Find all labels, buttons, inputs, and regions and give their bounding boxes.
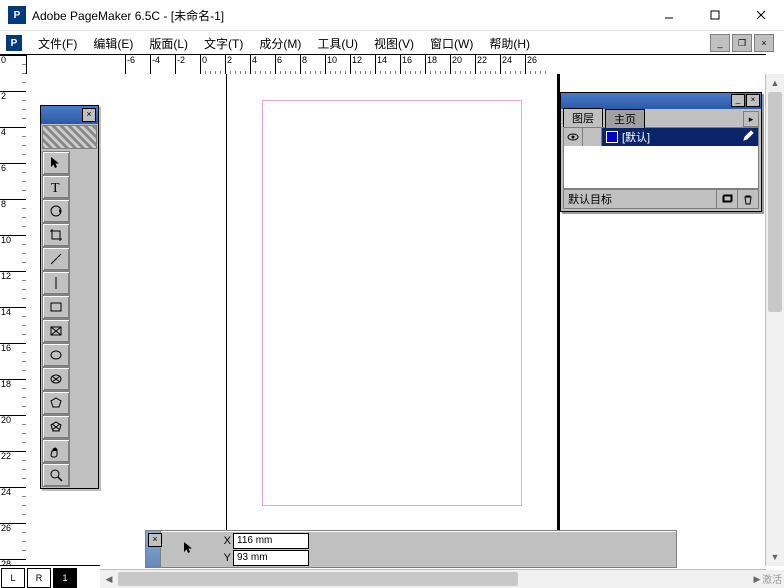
lock-icon[interactable] [583,128,602,146]
menu-element[interactable]: 成分(M) [251,33,309,54]
polygon-tool[interactable] [42,391,70,415]
window-buttons [646,0,784,30]
brand-hint: 激活 [762,571,782,586]
layers-list: [默认] [563,127,759,189]
vertical-ruler[interactable]: 0246810121416182022242628 [0,54,27,566]
hruler-tick: 26 [525,55,538,75]
layers-close-button[interactable]: × [746,94,760,107]
close-button[interactable] [738,0,784,30]
layers-menu-button[interactable]: ▸ [743,111,759,127]
rectangle-tool[interactable] [42,295,70,319]
page-1-tab[interactable]: 1 [53,568,77,588]
window-title: Adobe PageMaker 6.5C - [未命名-1] [32,7,646,24]
pencil-icon [742,130,754,145]
y-value-field[interactable]: 93 mm [233,550,309,566]
layer-row-default[interactable]: [默认] [564,128,758,146]
visibility-icon[interactable] [564,128,583,146]
crop-tool[interactable] [42,223,70,247]
layers-empty-area[interactable] [564,146,758,188]
vscroll-thumb[interactable] [768,92,782,312]
zoom-tool[interactable] [42,463,70,487]
layers-panel[interactable]: _ × 图层 主页 ▸ [默认] 默认目标 [560,92,762,212]
menu-bar: P 文件(F) 编辑(E) 版面(L) 文字(T) 成分(M) 工具(U) 视图… [0,31,784,56]
svg-text:T: T [51,181,60,195]
mdi-minimize-button[interactable]: _ [710,34,730,52]
layers-tabs: 图层 主页 ▸ [561,109,761,127]
layers-titlebar[interactable]: _ × [561,93,761,109]
text-tool[interactable]: T [42,175,70,199]
menu-layout[interactable]: 版面(L) [141,33,196,54]
layer-color-swatch [606,131,618,143]
minimize-button[interactable] [646,0,692,30]
menu-text[interactable]: 文字(T) [196,33,251,54]
tool-grid: T [41,150,98,488]
toolbox-panel[interactable]: × T [40,105,99,489]
control-bar-close-button[interactable]: × [148,533,162,547]
tab-master[interactable]: 主页 [605,109,645,128]
document-icon[interactable]: P [6,35,22,51]
menu-tools[interactable]: 工具(U) [309,33,366,54]
hruler-tick: 24 [500,55,513,75]
layers-footer: 默认目标 [563,189,759,209]
menu-help[interactable]: 帮助(H) [481,33,538,54]
mdi-close-button[interactable]: × [754,34,774,52]
right-master-tab[interactable]: R [27,568,51,588]
hruler-tick: 8 [300,55,308,75]
control-bar[interactable]: × X 116 mm Y 93 mm [145,530,677,568]
horizontal-scrollbar[interactable]: ◀ ▶ [100,569,766,588]
maximize-button[interactable] [692,0,738,30]
polygon-frame-tool[interactable] [42,415,70,439]
x-value-field[interactable]: 116 mm [233,533,309,549]
ellipse-frame-tool[interactable] [42,367,70,391]
menu-window[interactable]: 窗口(W) [422,33,481,54]
layer-name: [默认] [622,129,650,145]
y-label: Y [217,552,231,564]
hruler-tick: 4 [250,55,258,75]
vertical-scrollbar[interactable]: ▲ ▼ [765,74,784,566]
app-icon: P [8,6,26,24]
layer-target-label: 默认目标 [564,191,716,207]
menu-file[interactable]: 文件(F) [30,33,85,54]
hruler-tick: 16 [400,55,413,75]
toolbox-close-button[interactable]: × [82,108,96,122]
scroll-up-icon[interactable]: ▲ [766,74,784,92]
title-bar: P Adobe PageMaker 6.5C - [未命名-1] [0,0,784,31]
hruler-tick: 18 [425,55,438,75]
new-layer-button[interactable] [716,190,737,208]
constrained-line-tool[interactable] [42,271,70,295]
delete-layer-button[interactable] [737,190,758,208]
hscroll-thumb[interactable] [118,572,518,586]
hruler-tick: 6 [275,55,283,75]
horizontal-ruler[interactable]: 02468101214161820222426-6-4-2 [26,54,766,76]
rotate-tool[interactable] [42,199,70,223]
menu-edit[interactable]: 编辑(E) [85,33,141,54]
hruler-tick: 20 [450,55,463,75]
hruler-tick: 12 [350,55,363,75]
margin-guide [262,100,522,506]
hruler-tick: 14 [375,55,388,75]
coordinates: X 116 mm Y 93 mm [217,533,309,566]
hruler-tick: 22 [475,55,488,75]
pointer-icon [181,540,197,559]
mdi-restore-button[interactable]: ❐ [732,34,752,52]
line-tool[interactable] [42,247,70,271]
rectangle-frame-tool[interactable] [42,319,70,343]
scroll-left-icon[interactable]: ◀ [100,570,118,588]
page-navigator: L R 1 [0,565,100,588]
hruler-tick: 10 [325,55,338,75]
scroll-down-icon[interactable]: ▼ [766,548,784,566]
hruler-tick: 2 [225,55,233,75]
hruler-tick: 0 [200,55,208,75]
toolbox-titlebar[interactable]: × [41,106,98,124]
left-master-tab[interactable]: L [1,568,25,588]
hand-tool[interactable] [42,439,70,463]
toolbox-preview [42,125,97,149]
tab-layers[interactable]: 图层 [563,108,603,127]
pointer-tool[interactable] [42,151,70,175]
menu-view[interactable]: 视图(V) [366,33,422,54]
x-label: X [217,535,231,547]
ellipse-tool[interactable] [42,343,70,367]
layers-minimize-button[interactable]: _ [731,94,745,107]
